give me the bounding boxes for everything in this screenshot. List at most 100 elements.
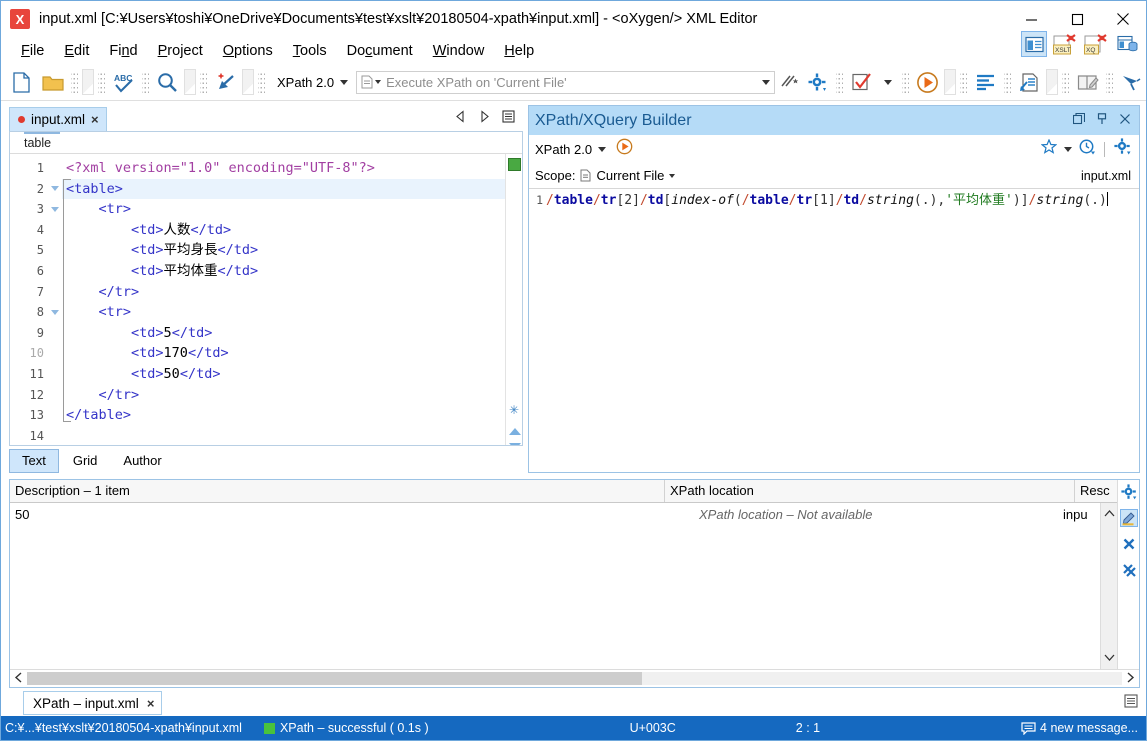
transform-icon[interactable]: [913, 68, 942, 97]
xpath-scope-chevron-icon[interactable]: [375, 80, 382, 84]
xpath-settings-gear-icon[interactable]: [803, 68, 832, 97]
restore-panel-icon[interactable]: [1072, 112, 1086, 130]
scroll-up-icon[interactable]: [508, 426, 521, 436]
scroll-left-icon[interactable]: [10, 671, 27, 686]
results-column-xpath-location[interactable]: XPath location: [665, 480, 1075, 502]
results-list-icon[interactable]: [1124, 693, 1138, 713]
fold-toggle-icon[interactable]: [48, 302, 62, 323]
remove-all-results-icon[interactable]: [1120, 561, 1138, 579]
mode-tab-text[interactable]: Text: [9, 448, 59, 473]
new-file-icon[interactable]: [7, 68, 36, 97]
code-line[interactable]: <tr>: [62, 199, 505, 220]
remove-result-icon[interactable]: [1120, 535, 1138, 553]
scroll-down-icon[interactable]: [1104, 649, 1115, 667]
validate-dropdown-icon[interactable]: [884, 79, 892, 85]
toolbar-grip-4[interactable]: [200, 71, 207, 93]
editor-tab-close-icon[interactable]: ×: [91, 112, 99, 127]
xpath-expression-editor[interactable]: 1 /table/tr[2]/td[index-of(/table/tr[1]/…: [529, 188, 1139, 472]
scope-value[interactable]: Current File: [596, 168, 664, 183]
nav-forward-icon[interactable]: [478, 110, 491, 128]
scroll-up-icon[interactable]: [1104, 505, 1115, 523]
code-line[interactable]: [62, 426, 505, 445]
toolbar-grip-7[interactable]: [902, 71, 909, 93]
fold-toggle-icon[interactable]: [48, 199, 62, 220]
panel-version-chevron-icon[interactable]: [598, 146, 607, 152]
book-edit-icon[interactable]: [1073, 68, 1102, 97]
menu-tools[interactable]: Tools: [283, 41, 337, 61]
code-line[interactable]: <?xml version="1.0" encoding="UTF-8"?>: [62, 158, 505, 179]
nav-back-icon[interactable]: [454, 110, 467, 128]
code-line[interactable]: </table>: [62, 405, 505, 426]
menu-file[interactable]: File: [11, 41, 54, 61]
xpath-star-icon[interactable]: [779, 68, 801, 97]
toolbar-grip-2[interactable]: [98, 71, 105, 93]
favorites-star-icon[interactable]: [1040, 138, 1058, 159]
brush-icon[interactable]: [1117, 68, 1146, 97]
toolbar-grip-8[interactable]: [960, 71, 967, 93]
menu-find[interactable]: Find: [99, 41, 147, 61]
results-tab-xpath[interactable]: XPath – input.xml ×: [23, 691, 163, 715]
code-line[interactable]: <td>50</td>: [62, 364, 505, 385]
editor-perspective-icon[interactable]: [1021, 31, 1047, 57]
toolbar-grip-9[interactable]: [1004, 71, 1011, 93]
code-line[interactable]: </tr>: [62, 282, 505, 303]
table-row[interactable]: 50 XPath location – Not available inpu: [10, 503, 1100, 525]
favorites-chevron-icon[interactable]: [1064, 146, 1072, 152]
mode-tab-author[interactable]: Author: [111, 450, 173, 472]
toolbar-grip-11[interactable]: [1106, 71, 1113, 93]
editor-tab-input-xml[interactable]: input.xml ×: [9, 107, 107, 131]
toolbar-overflow-1[interactable]: [82, 69, 94, 95]
format-indent-icon[interactable]: [211, 68, 240, 97]
open-folder-icon[interactable]: [38, 68, 67, 97]
highlight-marker-icon[interactable]: [1119, 509, 1138, 527]
pin-icon[interactable]: [1096, 112, 1108, 130]
scroll-right-icon[interactable]: [1122, 671, 1139, 686]
message-balloon-icon[interactable]: [1021, 721, 1036, 735]
toolbar-grip-3[interactable]: [142, 71, 149, 93]
xpath-dropdown-icon[interactable]: [762, 79, 770, 85]
toolbar-overflow-4[interactable]: [944, 69, 956, 95]
scroll-down-icon[interactable]: [508, 441, 521, 445]
close-panel-icon[interactable]: [1119, 112, 1131, 130]
toolbar-grip-5[interactable]: [258, 71, 265, 93]
mode-tab-grid[interactable]: Grid: [61, 450, 110, 472]
code-line[interactable]: <td>平均体重</td>: [62, 261, 505, 282]
toolbar-grip-6[interactable]: [836, 71, 843, 93]
results-horizontal-scrollbar[interactable]: [10, 669, 1139, 687]
tab-list-icon[interactable]: [502, 110, 515, 128]
code-editor[interactable]: 1 2 3 4 5 6 7 8 9 10 11 12 13 14 <?xml version="1.0" …: [10, 154, 522, 445]
toolbar-overflow-3[interactable]: [242, 69, 254, 95]
validate-icon[interactable]: [847, 68, 876, 97]
xpath-expression-text[interactable]: /table/tr[2]/td[index-of(/table/tr[1]/td…: [543, 191, 1139, 472]
code-line[interactable]: <tr>: [62, 302, 505, 323]
menu-edit[interactable]: Edit: [54, 41, 99, 61]
code-text[interactable]: <?xml version="1.0" encoding="UTF-8"?> <t…: [62, 154, 505, 445]
toolbar-overflow-5[interactable]: [1046, 69, 1058, 95]
xquery-perspective-icon[interactable]: XQ: [1083, 31, 1109, 57]
toolbar-overflow-2[interactable]: [184, 69, 196, 95]
code-line[interactable]: <td>人数</td>: [62, 220, 505, 241]
menu-document[interactable]: Document: [337, 41, 423, 61]
code-line[interactable]: <td>170</td>: [62, 343, 505, 364]
xpath-version-selector[interactable]: XPath 2.0: [269, 75, 354, 90]
run-xpath-icon[interactable]: [616, 138, 633, 160]
results-vertical-scrollbar[interactable]: [1100, 503, 1117, 669]
code-line[interactable]: <td>5</td>: [62, 323, 505, 344]
toolbar-grip-1[interactable]: [71, 71, 78, 93]
xslt-perspective-icon[interactable]: XSLT: [1052, 31, 1078, 57]
menu-help[interactable]: Help: [494, 41, 544, 61]
menu-options[interactable]: Options: [213, 41, 283, 61]
scope-chevron-down-icon[interactable]: [669, 173, 676, 178]
menu-window[interactable]: Window: [423, 41, 495, 61]
results-settings-gear-icon[interactable]: [1120, 483, 1138, 501]
fold-toggle-icon[interactable]: [48, 179, 62, 200]
code-line[interactable]: </tr>: [62, 385, 505, 406]
results-column-description[interactable]: Description – 1 item: [10, 480, 665, 502]
code-folding-column[interactable]: [48, 154, 62, 445]
find-icon[interactable]: [153, 68, 182, 97]
breadcrumb[interactable]: table: [10, 132, 522, 154]
code-line[interactable]: <table>: [62, 178, 505, 200]
hscroll-track[interactable]: [27, 672, 1122, 685]
panel-xpath-version-label[interactable]: XPath 2.0: [535, 142, 592, 157]
toolbar-grip-10[interactable]: [1062, 71, 1069, 93]
